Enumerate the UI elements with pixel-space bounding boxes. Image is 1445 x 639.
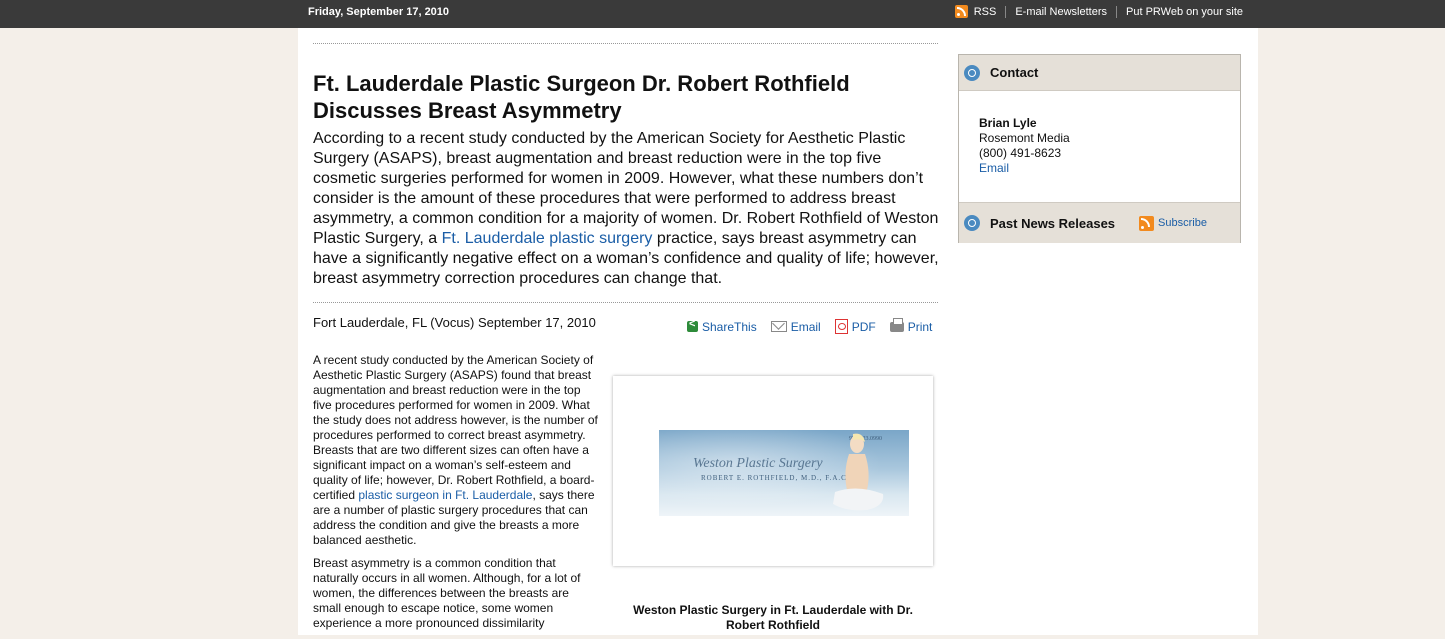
past-releases-title: Past News Releases [990, 215, 1116, 231]
top-links: RSS E-mail Newsletters Put PRWeb on your… [954, 5, 1243, 18]
rss-link[interactable]: RSS [974, 6, 997, 18]
past-releases-icon [964, 215, 980, 231]
contact-details: Brian Lyle Rosemont Media (800) 491-8623… [979, 116, 1070, 176]
contact-organization: Rosemont Media [979, 131, 1070, 145]
email-button[interactable]: Email [770, 319, 821, 334]
pdf-label: PDF [851, 319, 876, 334]
contact-header: Contact [959, 55, 1240, 91]
banner-title: Weston Plastic Surgery [693, 456, 823, 471]
paragraph-1-text: A recent study conducted by the American… [313, 353, 598, 502]
article-body: A recent study conducted by the American… [313, 353, 599, 639]
rss-icon[interactable] [954, 5, 968, 18]
print-button[interactable]: Print [889, 317, 933, 334]
ft-lauderdale-plastic-surgery-link[interactable]: Ft. Lauderdale plastic surgery [442, 230, 653, 247]
print-label: Print [907, 319, 933, 334]
contact-name: Brian Lyle [979, 116, 1037, 130]
contact-panel: Contact Brian Lyle Rosemont Media (800) … [958, 54, 1241, 243]
printer-icon [889, 317, 904, 332]
article-summary: According to a recent study conducted by… [313, 129, 943, 289]
model-figure [833, 433, 884, 511]
divider [1005, 5, 1007, 18]
subscribe-label: Subscribe [1158, 217, 1207, 229]
rss-icon [1139, 215, 1155, 231]
contact-icon [964, 64, 980, 81]
past-releases-header: Past News Releases Subscribe [959, 202, 1240, 243]
top-divider [313, 43, 938, 44]
paragraph-1: A recent study conducted by the American… [313, 353, 599, 548]
dateline: Fort Lauderdale, FL (Vocus) September 17… [313, 315, 596, 330]
page-title: Ft. Lauderdale Plastic Surgeon Dr. Rober… [313, 71, 850, 123]
subscribe-link[interactable]: Subscribe [1139, 215, 1207, 231]
envelope-icon [770, 321, 787, 332]
top-bar: Friday, September 17, 2010 RSS E-mail Ne… [0, 0, 1445, 28]
put-prweb-link[interactable]: Put PRWeb on your site [1126, 6, 1243, 18]
plastic-surgeon-link[interactable]: plastic surgeon in Ft. Lauderdale [358, 488, 532, 502]
weston-plastic-surgery-banner[interactable]: Weston Plastic Surgery ROBERT E. ROTHFIE… [659, 430, 909, 516]
contact-title: Contact [990, 65, 1039, 80]
paragraph-2: Breast asymmetry is a common condition t… [313, 556, 581, 630]
share-this-label: ShareThis [702, 319, 757, 334]
contact-phone: (800) 491-8623 [979, 146, 1062, 160]
current-date: Friday, September 17, 2010 [308, 6, 450, 18]
newsletters-link[interactable]: E-mail Newsletters [1015, 6, 1107, 18]
contact-email-link[interactable]: Email [979, 161, 1009, 175]
pdf-icon [834, 319, 848, 334]
share-toolbar: ShareThis Email PDF Print [687, 317, 933, 334]
article-image-frame[interactable]: Weston Plastic Surgery ROBERT E. ROTHFIE… [613, 376, 933, 566]
content-page: Ft. Lauderdale Plastic Surgeon Dr. Rober… [298, 28, 1258, 635]
share-icon [687, 318, 698, 332]
email-label: Email [790, 319, 821, 334]
image-caption: Weston Plastic Surgery in Ft. Lauderdale… [633, 603, 913, 632]
divider [1116, 5, 1117, 18]
pdf-button[interactable]: PDF [834, 319, 876, 334]
share-this-button[interactable]: ShareThis [687, 318, 757, 334]
summary-divider [313, 302, 938, 303]
